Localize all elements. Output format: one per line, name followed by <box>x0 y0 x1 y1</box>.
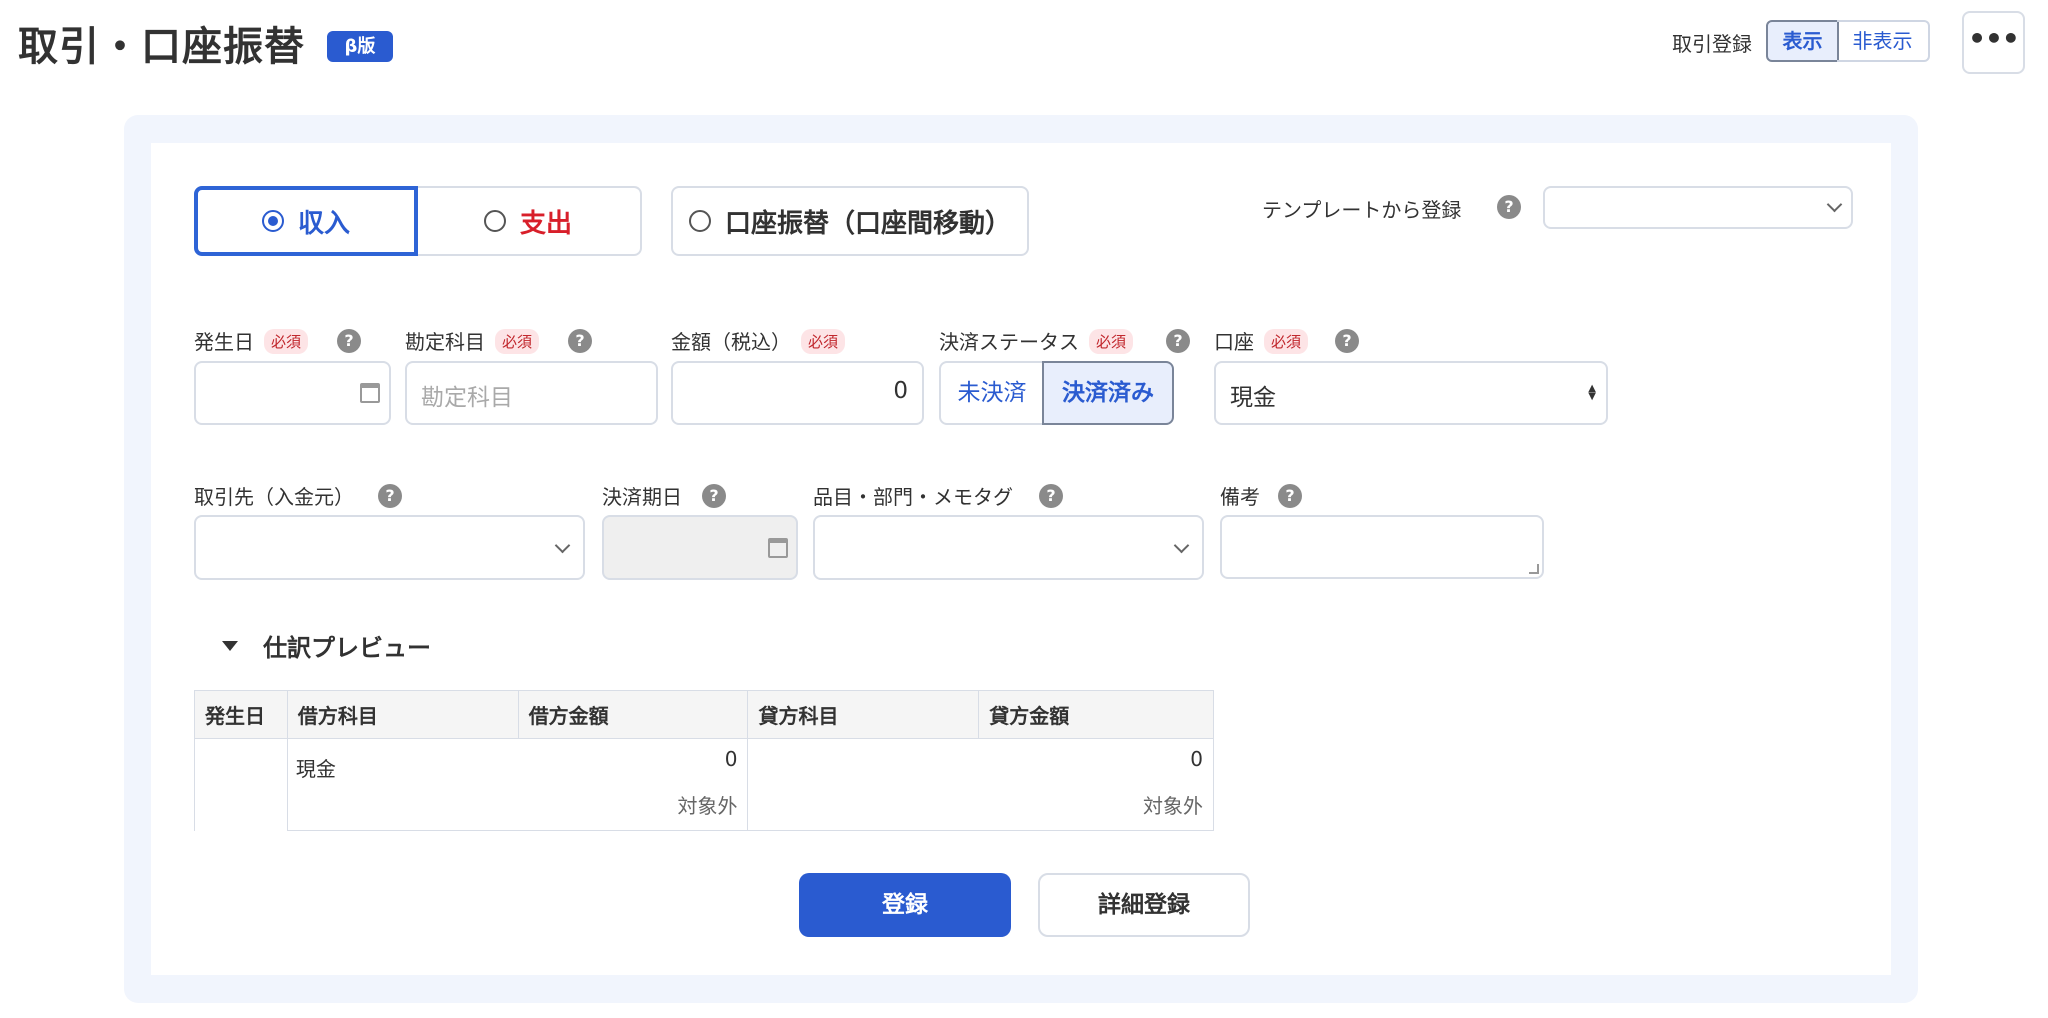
radio-unselected-icon <box>688 210 711 232</box>
help-icon[interactable]: ? <box>337 329 361 353</box>
amount-value: 0 <box>893 378 908 404</box>
collapse-triangle-icon[interactable] <box>222 641 238 651</box>
cell-credit-tax: 対象外 <box>747 778 1214 831</box>
cell-debit: 0 現金 <box>286 738 749 781</box>
wallet-label: 口座 必須 <box>1214 326 1309 355</box>
amount-label: 金額（税込） 必須 <box>671 326 846 355</box>
chevron-down-icon <box>1826 196 1843 213</box>
page-title: 取引・口座振替 <box>18 24 305 70</box>
wallet-value: 現金 <box>1230 385 1276 411</box>
cell-debit-amount: 0 <box>724 747 738 771</box>
resize-handle-icon[interactable] <box>1529 564 1539 574</box>
amount-input[interactable]: 0 <box>671 361 924 425</box>
status-paid-button[interactable]: 決済済み <box>1042 361 1174 425</box>
wallet-select[interactable]: 現金 ▲ ▼ <box>1214 361 1608 425</box>
account-item-label: 勘定科目 必須 <box>405 326 540 355</box>
table-row: 対象外 対象外 <box>195 778 1214 831</box>
help-icon[interactable]: ? <box>1497 195 1521 219</box>
help-icon[interactable]: ? <box>1278 484 1302 508</box>
radio-selected-icon <box>261 210 284 232</box>
required-badge: 必須 <box>495 329 540 354</box>
account-item-input[interactable]: 勘定科目 <box>405 361 658 425</box>
cell-credit: 0 <box>747 738 1214 779</box>
journal-preview-table: 発生日 借方科目 借方金額 貸方科目 貸方金額 0 現金 0 対象外 対象外 <box>194 690 1214 831</box>
calendar-icon <box>360 383 380 403</box>
register-button[interactable]: 登録 <box>799 873 1011 937</box>
preview-title[interactable]: 仕訳プレビュー <box>263 628 431 663</box>
column-header: 貸方金額 <box>978 690 1214 739</box>
partner-select[interactable] <box>194 515 585 580</box>
help-icon[interactable]: ? <box>568 329 592 353</box>
more-dots-icon: ••• <box>1968 22 2020 55</box>
help-icon[interactable]: ? <box>1166 329 1190 353</box>
help-icon[interactable]: ? <box>702 484 726 508</box>
tab-transfer[interactable]: 口座振替（口座間移動） <box>671 186 1029 256</box>
tags-select[interactable] <box>813 515 1204 580</box>
toggle-show-button[interactable]: 表示 <box>1766 20 1839 62</box>
cell-date <box>194 738 288 831</box>
template-label: テンプレートから登録 <box>1262 198 1462 222</box>
tags-label: 品目・部門・メモタグ <box>813 485 1013 509</box>
cell-debit-tax: 対象外 <box>286 778 749 831</box>
column-header: 発生日 <box>194 690 288 739</box>
tab-expense-label: 支出 <box>519 208 572 239</box>
select-arrows-icon: ▲ ▼ <box>1588 383 1596 402</box>
date-input[interactable] <box>194 361 391 425</box>
due-date-label: 決済期日 <box>602 485 682 509</box>
memo-label: 備考 <box>1220 485 1260 509</box>
help-icon[interactable]: ? <box>1335 329 1359 353</box>
column-header: 借方科目 <box>286 690 519 739</box>
date-label: 発生日 必須 <box>194 326 309 355</box>
beta-badge: β版 <box>327 31 393 62</box>
cell-credit-amount: 0 <box>1190 747 1203 771</box>
toggle-hide-button[interactable]: 非表示 <box>1837 20 1930 62</box>
tab-expense[interactable]: 支出 <box>416 186 642 256</box>
detail-register-button[interactable]: 詳細登録 <box>1038 873 1250 937</box>
due-date-input <box>602 515 798 580</box>
table-row: 0 現金 0 <box>194 738 1214 831</box>
help-icon[interactable]: ? <box>1039 484 1063 508</box>
account-item-placeholder: 勘定科目 <box>421 385 513 411</box>
memo-textarea[interactable] <box>1220 515 1544 579</box>
tab-income[interactable]: 収入 <box>194 186 418 256</box>
radio-unselected-icon <box>483 210 506 232</box>
column-header: 貸方科目 <box>747 690 980 739</box>
tab-income-label: 収入 <box>297 208 350 239</box>
tab-transfer-label: 口座振替（口座間移動） <box>724 208 1011 239</box>
template-select[interactable] <box>1543 186 1853 229</box>
register-toggle-label: 取引登録 <box>1672 32 1752 56</box>
calendar-icon <box>768 538 788 558</box>
required-badge: 必須 <box>801 329 846 354</box>
status-label: 決済ステータス 必須 <box>939 326 1134 355</box>
column-header: 借方金額 <box>517 690 749 739</box>
chevron-down-icon <box>554 537 571 554</box>
cell-debit-account: 現金 <box>295 757 336 781</box>
status-unpaid-button[interactable]: 未決済 <box>939 361 1045 425</box>
partner-label: 取引先（入金元） <box>194 485 354 509</box>
more-options-button[interactable]: ••• <box>1962 11 2025 74</box>
required-badge: 必須 <box>1089 329 1134 354</box>
required-badge: 必須 <box>1264 329 1309 354</box>
required-badge: 必須 <box>264 329 309 354</box>
chevron-down-icon <box>1173 537 1190 554</box>
help-icon[interactable]: ? <box>378 484 402 508</box>
